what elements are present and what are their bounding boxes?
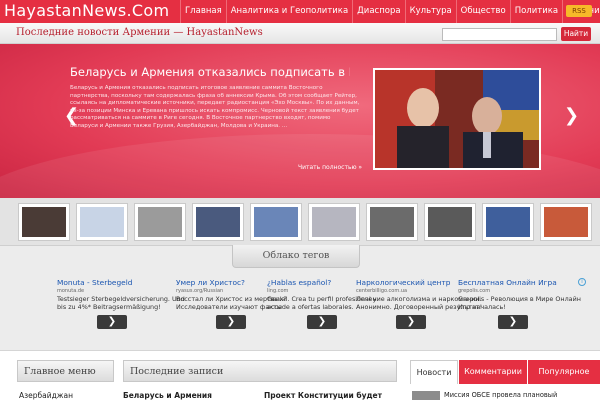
sub-header: Последние новости Армении — HayastanNews… (0, 23, 600, 44)
recent-post-title[interactable]: Проект Конституции будет (264, 391, 382, 400)
slide-thumb[interactable] (18, 203, 70, 241)
ad-arrow-button[interactable]: ❯ (498, 315, 528, 329)
slide-thumb-image (196, 207, 240, 237)
slide-thumb[interactable] (250, 203, 302, 241)
slider-next-icon[interactable]: ❯ (564, 105, 579, 126)
ad-info-icon[interactable]: i (578, 278, 586, 286)
ad-text: Grepolis - Революция в Мире Онлайн Игр н… (458, 295, 581, 311)
ad-title[interactable]: Бесплатная Онлайн Игра (458, 278, 584, 287)
ad-unit[interactable]: Monuta - Sterbegeld monuta.de Testsieger… (57, 278, 187, 332)
nav-item-diaspora[interactable]: Диаспора (352, 0, 404, 23)
slide-thumb[interactable] (192, 203, 244, 241)
menu-item-azerbaijan[interactable]: Азербайджан (19, 391, 73, 400)
slide-thumb-image (22, 207, 66, 237)
news-item-title[interactable]: Миссия ОБСЕ провела плановый (444, 391, 557, 399)
main-nav: Главная Аналитика и Геополитика Диаспора… (180, 0, 600, 23)
slide-thumb[interactable] (134, 203, 186, 241)
slide-thumb[interactable] (424, 203, 476, 241)
site-tagline: Последние новости Армении — HayastanNews (16, 27, 263, 38)
ad-block: Monuta - Sterbegeld monuta.de Testsieger… (0, 278, 600, 338)
slide-thumb-image (370, 207, 414, 237)
main-menu-heading: Главное меню (17, 360, 114, 382)
slide-thumb-image (486, 207, 530, 237)
news-item-thumb[interactable] (412, 391, 440, 400)
recent-posts-heading: Последние записи (123, 360, 397, 382)
slide-excerpt: Беларусь и Армения отказались подписать … (70, 85, 360, 129)
nav-item-society[interactable]: Общество (455, 0, 510, 23)
recent-post-title[interactable]: Беларусь и Армения (123, 391, 212, 400)
ad-url: monuta.de (57, 288, 85, 294)
slide-title[interactable]: Беларусь и Армения отказались подписать … (70, 65, 350, 79)
slide-thumb[interactable] (366, 203, 418, 241)
ad-unit[interactable]: Бесплатная Онлайн Игра grepolis.com Grep… (458, 278, 586, 332)
nav-item-culture[interactable]: Культура (404, 0, 456, 23)
slide-thumb-image (138, 207, 182, 237)
ad-arrow-button[interactable]: ❯ (216, 315, 246, 329)
read-more-link[interactable]: Читать полностью » (298, 164, 362, 171)
nav-item-home[interactable]: Главная (180, 0, 226, 23)
top-nav-bar: HayastanNews.Com Главная Аналитика и Гео… (0, 0, 600, 23)
ad-arrow-button[interactable]: ❯ (97, 315, 127, 329)
slide-thumb[interactable] (482, 203, 534, 241)
slide-thumb-image (312, 207, 356, 237)
rss-button[interactable]: RSS (566, 5, 592, 17)
nav-item-politics[interactable]: Политика (509, 0, 562, 23)
slide-thumb-image (80, 207, 124, 237)
search-button[interactable]: Найти (561, 27, 591, 41)
nav-item-analytics[interactable]: Аналитика и Геополитика (225, 0, 352, 23)
ad-arrow-button[interactable]: ❯ (396, 315, 426, 329)
ad-arrow-button[interactable]: ❯ (307, 315, 337, 329)
slide-thumb[interactable] (76, 203, 128, 241)
search-input[interactable] (442, 28, 557, 41)
tab-news[interactable]: Новости (410, 360, 458, 384)
slide-photo[interactable] (373, 68, 541, 170)
slide-thumb[interactable] (308, 203, 360, 241)
slide-thumb-image (428, 207, 472, 237)
ad-url: grepolis.com (458, 288, 491, 294)
thumbnail-strip (0, 198, 600, 246)
tab-comments[interactable]: Комментарии (459, 360, 527, 384)
ad-text: Testsieger Sterbegeldversicherung. Und b… (57, 295, 185, 311)
slide-thumb[interactable] (540, 203, 592, 241)
slide-thumb-image (544, 207, 588, 237)
slide-thumb-image (254, 207, 298, 237)
ad-title[interactable]: Monuta - Sterbegeld (57, 278, 187, 287)
tag-cloud-tab[interactable]: Облако тегов (232, 245, 360, 268)
tab-popular[interactable]: Популярное (528, 360, 600, 384)
site-logo[interactable]: HayastanNews.Com (4, 1, 169, 20)
